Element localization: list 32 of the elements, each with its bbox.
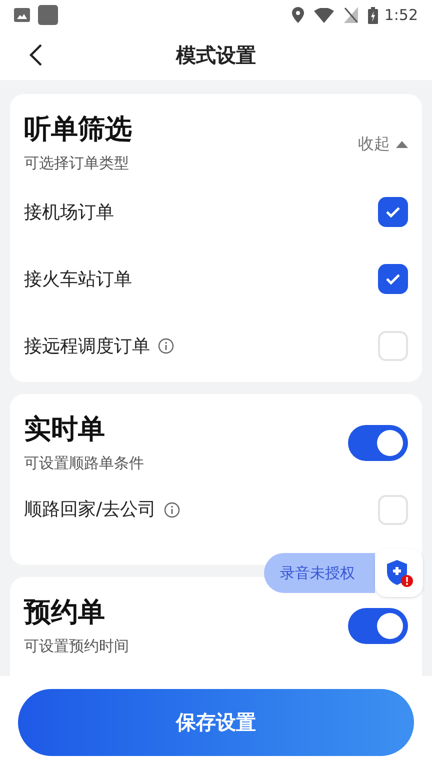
option-label: 顺路回家/去公司 bbox=[24, 498, 156, 522]
caret-icon bbox=[396, 140, 408, 148]
option-label: 接远程调度订单 bbox=[24, 334, 150, 358]
location-icon bbox=[292, 7, 304, 23]
checkbox[interactable] bbox=[378, 264, 408, 294]
wifi-icon bbox=[314, 8, 334, 22]
collapse-button[interactable]: 收起 bbox=[358, 132, 408, 156]
check-icon bbox=[385, 206, 401, 218]
check-icon bbox=[385, 273, 401, 285]
recording-permission-badge[interactable]: 录音未授权 bbox=[264, 553, 375, 593]
shield-alert-icon[interactable] bbox=[375, 549, 423, 597]
app-icon bbox=[38, 5, 58, 25]
no-signal-icon bbox=[344, 7, 358, 23]
checkbox[interactable] bbox=[378, 331, 408, 361]
card-subtitle: 可设置预约时间 bbox=[24, 636, 129, 656]
back-icon bbox=[29, 43, 43, 67]
toggle-switch[interactable] bbox=[348, 424, 408, 461]
card-title: 听单筛选 bbox=[24, 113, 132, 147]
checkbox[interactable] bbox=[378, 494, 408, 524]
card-title: 预约单 bbox=[24, 596, 106, 630]
card-subtitle: 可选择订单类型 bbox=[24, 153, 130, 174]
toggle-switch[interactable] bbox=[348, 608, 408, 644]
card-title: 实时单 bbox=[24, 412, 106, 446]
page-title: 模式设置 bbox=[176, 42, 256, 69]
checkbox[interactable] bbox=[378, 197, 408, 227]
option-label: 接火车站订单 bbox=[24, 268, 132, 292]
status-time: 1:52 bbox=[384, 4, 418, 26]
card-subtitle: 可设置顺路单条件 bbox=[24, 452, 144, 474]
save-button[interactable]: 保存设置 bbox=[18, 688, 414, 756]
image-icon bbox=[14, 7, 30, 23]
battery-icon bbox=[368, 6, 378, 24]
option-label: 接机场订单 bbox=[24, 200, 114, 224]
